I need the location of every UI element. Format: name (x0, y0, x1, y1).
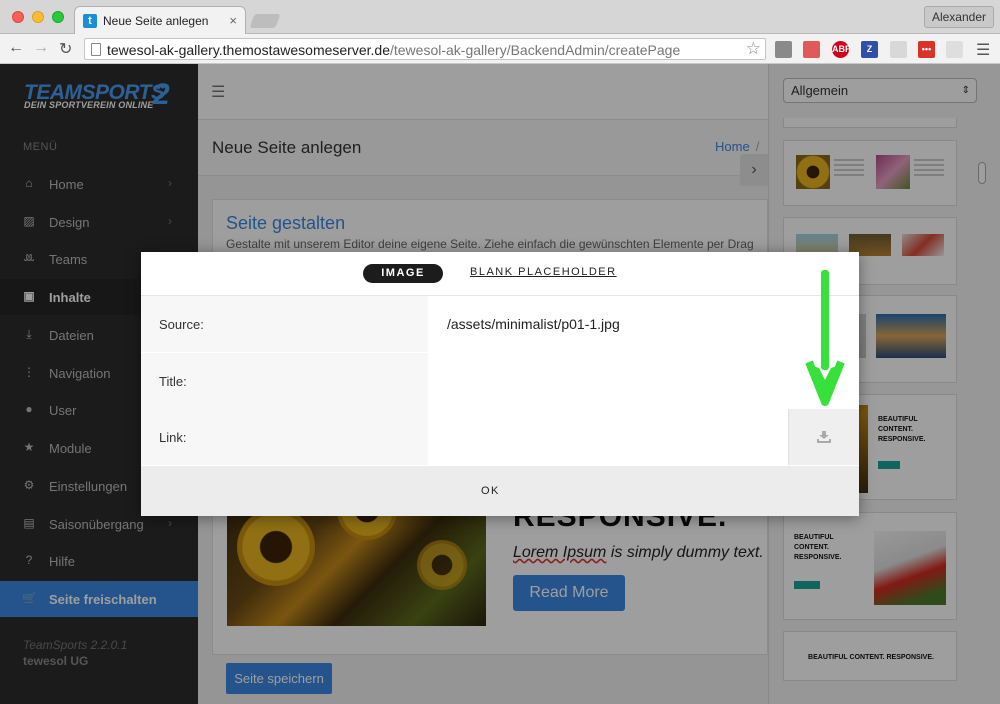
address-bar[interactable]: tewesol-ak-gallery.themostawesomeserver.… (84, 38, 766, 60)
browser-toolbar: ← → ↻ tewesol-ak-gallery.themostawesomes… (0, 34, 1000, 64)
bookmark-star-icon[interactable]: ☆ (746, 39, 761, 59)
title-label-cell: Title: (141, 353, 428, 409)
minimize-window-button[interactable] (32, 11, 44, 23)
image-settings-dialog: IMAGE BLANK PLACEHOLDER Source: Title: L… (141, 252, 859, 516)
extension-z-icon[interactable]: Z (861, 41, 878, 58)
dialog-footer: OK (141, 466, 859, 516)
tab-blank-placeholder[interactable]: BLANK PLACEHOLDER (470, 266, 617, 278)
source-input[interactable] (428, 296, 859, 352)
url-text: tewesol-ak-gallery.themostawesomeserver.… (107, 42, 680, 58)
ok-button[interactable]: OK (481, 485, 500, 497)
source-row: Source: (141, 296, 859, 352)
url-host: tewesol-ak-gallery.themostawesomeserver.… (107, 42, 390, 58)
source-label: Source: (159, 317, 204, 332)
title-label: Title: (159, 374, 187, 389)
link-label: Link: (159, 430, 187, 445)
favicon-icon: t (83, 14, 97, 28)
back-icon[interactable]: ← (8, 39, 24, 57)
browser-tab[interactable]: t Neue Seite anlegen × (74, 6, 246, 34)
close-tab-icon[interactable]: × (229, 13, 237, 28)
link-row: Link: (141, 409, 859, 465)
close-window-button[interactable] (12, 11, 24, 23)
link-input[interactable] (428, 409, 788, 465)
tab-title: Neue Seite anlegen (103, 14, 209, 28)
extension-dots-icon[interactable] (803, 41, 820, 58)
title-input[interactable] (428, 353, 859, 409)
page-icon (91, 43, 101, 56)
extension-doc-icon[interactable] (890, 41, 907, 58)
profile-button[interactable]: Alexander (923, 6, 994, 28)
dialog-tabs: IMAGE BLANK PLACEHOLDER (141, 252, 859, 296)
annotation-arrow-icon (805, 270, 845, 406)
select-file-button[interactable] (788, 409, 859, 465)
link-label-cell: Link: (141, 409, 428, 465)
forward-icon[interactable]: → (33, 39, 49, 57)
extension-grid-icon[interactable] (946, 41, 963, 58)
download-icon (817, 431, 831, 443)
browser-titlebar: t Neue Seite anlegen × Alexander (0, 0, 1000, 34)
new-tab-button[interactable] (249, 14, 281, 28)
url-path: /tewesol-ak-gallery/BackendAdmin/createP… (389, 42, 681, 58)
tab-image[interactable]: IMAGE (363, 264, 443, 283)
adblock-plus-icon[interactable]: ABP (832, 41, 851, 58)
browser-menu-icon[interactable]: ☰ (976, 40, 990, 60)
extension-red-dots-icon[interactable]: ••• (918, 41, 935, 58)
source-label-cell: Source: (141, 296, 428, 352)
reload-icon[interactable]: ↻ (59, 39, 72, 59)
maximize-window-button[interactable] (52, 11, 64, 23)
title-row: Title: (141, 353, 859, 409)
extension-chart-icon[interactable] (775, 41, 792, 58)
